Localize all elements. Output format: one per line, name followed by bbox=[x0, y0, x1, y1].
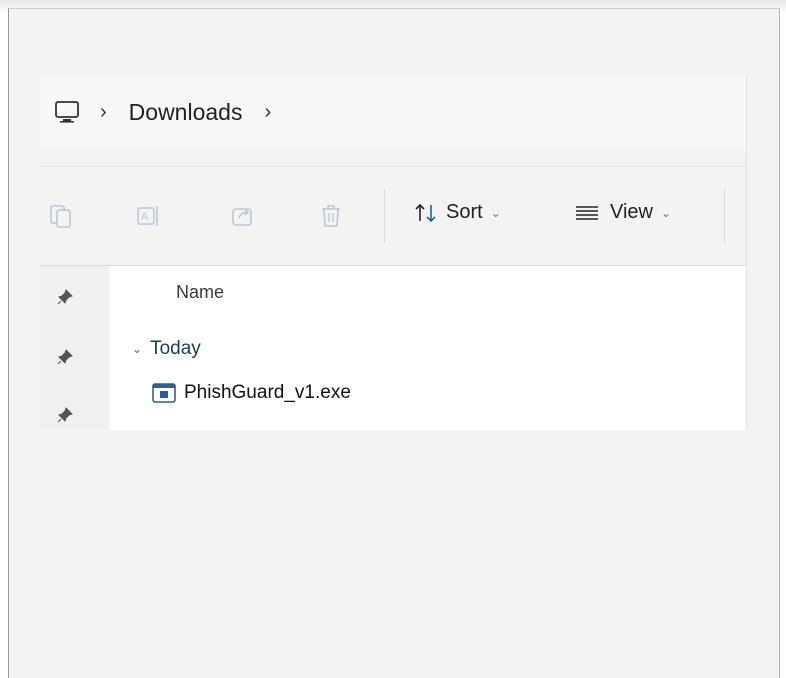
breadcrumb-item-downloads[interactable]: Downloads bbox=[129, 100, 243, 124]
group-header-today[interactable]: ⌄ Today bbox=[132, 338, 201, 360]
share-icon[interactable] bbox=[230, 203, 256, 229]
rename-icon[interactable]: A bbox=[136, 203, 162, 229]
copy-icon[interactable] bbox=[48, 203, 74, 229]
quick-access-pane bbox=[40, 266, 108, 430]
pin-icon[interactable] bbox=[56, 288, 74, 306]
content-area: Name ⌄ Today PhishGuard_v1.exe bbox=[40, 266, 746, 430]
sort-label: Sort bbox=[446, 201, 483, 223]
view-button[interactable]: View ⌄ bbox=[574, 201, 671, 224]
pane-edge bbox=[746, 76, 747, 430]
breadcrumb-separator[interactable]: › bbox=[264, 102, 271, 122]
delete-icon[interactable] bbox=[318, 203, 344, 229]
file-list: Name ⌄ Today PhishGuard_v1.exe bbox=[110, 266, 746, 430]
chevron-down-icon: ⌄ bbox=[490, 205, 501, 220]
file-row[interactable]: PhishGuard_v1.exe bbox=[152, 382, 351, 404]
sort-button[interactable]: Sort ⌄ bbox=[414, 201, 501, 224]
command-bar: A Sort ⌄ View ⌄ bbox=[40, 166, 746, 266]
breadcrumb[interactable]: › Downloads › bbox=[40, 76, 746, 148]
sort-icon bbox=[415, 203, 436, 222]
chevron-down-icon: ⌄ bbox=[661, 205, 672, 220]
screen: › Downloads › A Sort ⌄ View ⌄ Name ⌄ Tod… bbox=[0, 0, 786, 678]
view-label: View bbox=[610, 201, 653, 223]
file-name: PhishGuard_v1.exe bbox=[184, 382, 351, 403]
svg-text:A: A bbox=[141, 211, 149, 223]
pin-icon[interactable] bbox=[56, 348, 74, 366]
view-icon bbox=[576, 205, 598, 220]
computer-icon[interactable] bbox=[54, 99, 80, 125]
toolbar-divider bbox=[724, 189, 725, 243]
pin-icon[interactable] bbox=[56, 406, 74, 424]
group-label: Today bbox=[150, 338, 201, 359]
breadcrumb-separator[interactable]: › bbox=[100, 102, 107, 122]
exe-file-icon bbox=[152, 383, 176, 403]
column-header-name[interactable]: Name bbox=[176, 282, 224, 303]
toolbar-divider bbox=[384, 189, 385, 243]
chevron-down-icon: ⌄ bbox=[132, 342, 143, 356]
